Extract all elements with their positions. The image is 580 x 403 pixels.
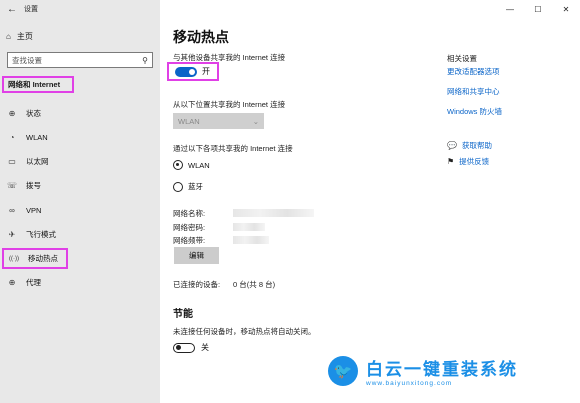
maximize-button[interactable]: ☐ [524, 0, 552, 18]
sidebar-item-label: VPN [26, 205, 42, 215]
globe-icon: ⊕ [8, 108, 16, 118]
dialup-icon: ☏ [6, 180, 17, 190]
link-windows-firewall[interactable]: Windows 防火墙 [447, 106, 502, 117]
sidebar-item-ethernet[interactable]: ▭ 以太网 [6, 152, 49, 170]
sidebar-item-label: 状态 [26, 108, 41, 118]
link-adapter-options[interactable]: 更改适配器选项 [447, 66, 500, 77]
vpn-icon: ∞ [9, 205, 15, 215]
sidebar-item-dialup[interactable]: ☏ 拨号 [6, 176, 41, 194]
sidebar-item-wlan[interactable]: ◔ WLAN [6, 128, 48, 146]
airplane-icon: ✈ [8, 229, 16, 239]
minimize-button[interactable]: — [496, 0, 524, 18]
network-band-value-redacted [233, 236, 269, 244]
network-band-label: 网络频带: [173, 236, 206, 245]
proxy-icon: ⊕ [8, 277, 16, 287]
watermark: 🐦 白云一键重装系统 www.baiyunxitong.com [328, 355, 518, 387]
radio-checked-icon [173, 160, 183, 170]
bird-logo-icon: 🐦 [328, 356, 358, 386]
share-from-value: WLAN [178, 116, 200, 126]
chevron-down-icon: ⌄ [252, 116, 259, 126]
power-description: 未连接任何设备时，移动热点将自动关闭。 [173, 327, 316, 336]
hotspot-icon: ((·)) [9, 255, 19, 262]
power-toggle-text: 关 [201, 343, 209, 352]
sidebar-item-label: 以太网 [26, 156, 49, 166]
radio-wlan-label: WLAN [188, 160, 210, 170]
sidebar-item-label: 移动热点 [28, 254, 58, 263]
share-over-label: 通过以下各项共享我的 Internet 连接 [173, 144, 293, 153]
connected-value: 0 台(共 8 台) [233, 280, 276, 289]
related-settings-title: 相关设置 [447, 54, 477, 63]
title-bar: ← 设置 [0, 0, 160, 18]
help-icon: 💬 [447, 141, 457, 150]
ethernet-icon: ▭ [8, 156, 16, 166]
feedback-link[interactable]: ⚑ 提供反馈 [447, 156, 489, 167]
search-input[interactable]: 查找设置 ⚲ [7, 52, 153, 68]
sidebar-item-hotspot[interactable]: ((·)) 移动热点 [2, 248, 68, 269]
network-name-label: 网络名称: [173, 209, 206, 218]
sidebar-item-vpn[interactable]: ∞ VPN [6, 201, 41, 219]
sidebar: ← 设置 ⌂ 主页 查找设置 ⚲ 网络和 Internet ⊕ 状态 ◔ WLA… [0, 0, 160, 403]
sidebar-item-label: 拨号 [26, 180, 41, 190]
connected-label: 已连接的设备: [173, 280, 221, 289]
main-content: — ☐ ✕ 移动热点 与其他设备共享我的 Internet 连接 开 从以下位置… [160, 0, 580, 403]
power-section-title: 节能 [173, 309, 193, 320]
network-password-label: 网络密码: [173, 223, 206, 232]
radio-bluetooth-label: 蓝牙 [188, 182, 203, 191]
network-name-value-redacted [233, 209, 314, 217]
network-password-value-redacted [233, 223, 265, 231]
link-network-sharing-center[interactable]: 网络和共享中心 [447, 86, 500, 97]
get-help-link[interactable]: 💬 获取帮助 [447, 140, 492, 151]
share-toggle[interactable] [175, 66, 197, 77]
power-toggle[interactable] [173, 342, 195, 353]
radio-unchecked-icon [173, 181, 183, 192]
sidebar-item-airplane[interactable]: ✈ 飞行模式 [6, 225, 56, 243]
edit-button[interactable]: 编辑 [174, 247, 219, 264]
sidebar-item-status[interactable]: ⊕ 状态 [6, 104, 41, 122]
search-placeholder: 查找设置 [12, 55, 42, 65]
share-toggle-text: 开 [202, 67, 210, 76]
wifi-icon: ◔ [9, 132, 15, 142]
share-from-select[interactable]: WLAN ⌄ [173, 113, 264, 129]
feedback-label: 提供反馈 [459, 157, 490, 166]
get-help-label: 获取帮助 [461, 141, 492, 150]
home-item[interactable]: ⌂ 主页 [6, 31, 33, 42]
feedback-icon: ⚑ [447, 157, 455, 166]
close-button[interactable]: ✕ [552, 0, 580, 18]
sidebar-item-label: 代理 [26, 277, 41, 287]
search-icon: ⚲ [142, 55, 148, 65]
power-toggle-row: 关 [173, 342, 209, 353]
home-label: 主页 [16, 32, 33, 41]
window-controls: — ☐ ✕ [496, 0, 580, 18]
sidebar-item-label: 飞行模式 [26, 229, 56, 239]
watermark-url: www.baiyunxitong.com [366, 380, 453, 387]
share-toggle-highlight: 开 [167, 62, 219, 81]
radio-wlan[interactable]: WLAN [173, 160, 210, 170]
page-title: 移动热点 [173, 29, 229, 45]
sidebar-item-proxy[interactable]: ⊕ 代理 [6, 273, 41, 291]
share-from-label: 从以下位置共享我的 Internet 连接 [173, 100, 286, 109]
watermark-title: 白云一键重装系统 [366, 360, 518, 379]
sidebar-item-label: WLAN [26, 132, 48, 142]
radio-bluetooth[interactable]: 蓝牙 [173, 181, 203, 192]
home-icon: ⌂ [6, 32, 11, 41]
app-title: 设置 [24, 6, 38, 13]
back-button[interactable]: ← [0, 0, 24, 18]
section-label: 网络和 Internet [2, 76, 74, 93]
